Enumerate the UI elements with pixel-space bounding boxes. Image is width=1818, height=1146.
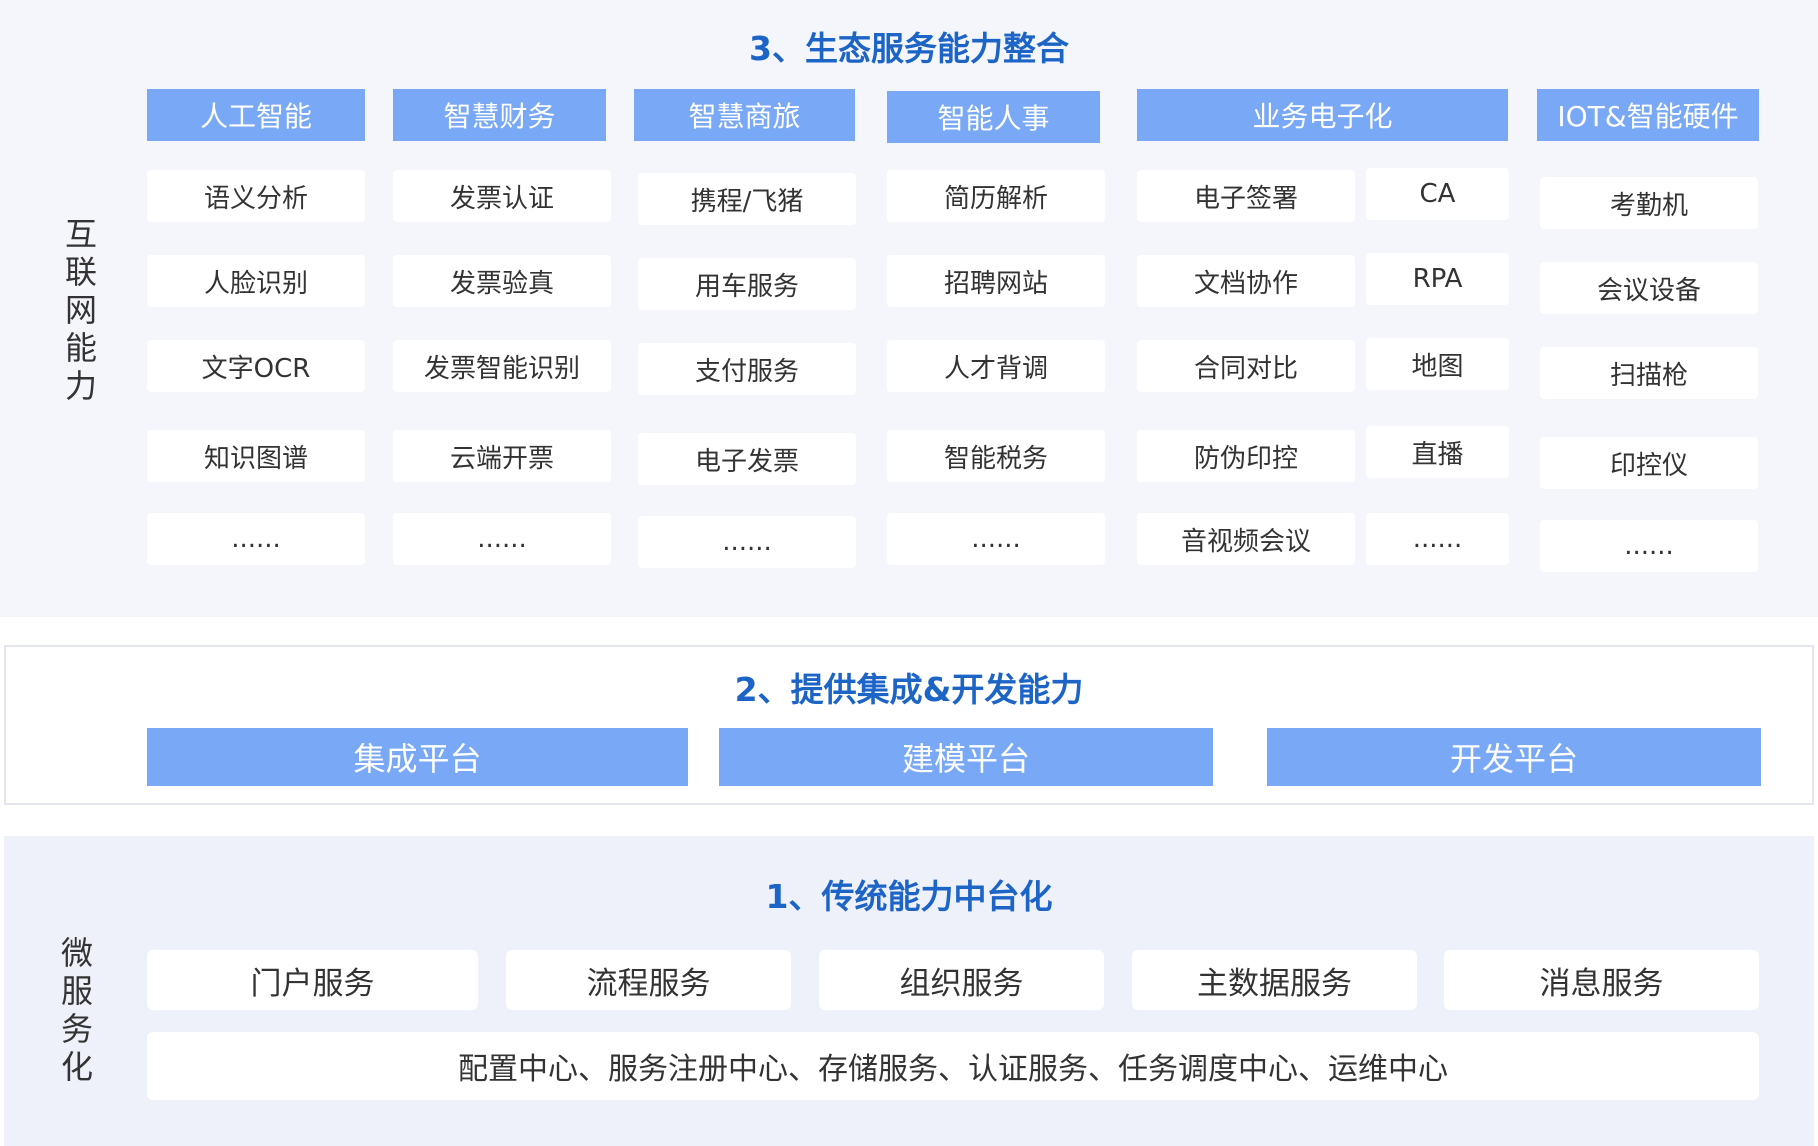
- category-header-digitization: 业务电子化: [1137, 89, 1508, 141]
- capability-item: ......: [393, 513, 611, 565]
- integration-title: 2、提供集成&开发能力: [734, 670, 1084, 709]
- internet-capability-label: 互 联 网 能 力: [56, 215, 106, 405]
- capability-item: 音视频会议: [1137, 513, 1355, 565]
- capability-item: 简历解析: [887, 170, 1105, 222]
- integration-section: 2、提供集成&开发能力 集成平台 建模平台 开发平台: [4, 645, 1814, 805]
- capability-item: 合同对比: [1137, 340, 1355, 392]
- side-label-char: 务: [60, 1010, 93, 1048]
- capability-item: ......: [1366, 513, 1509, 565]
- capability-item: 电子签署: [1137, 170, 1355, 222]
- service-portal: 门户服务: [147, 950, 478, 1010]
- traditional-title: 1、传统能力中台化: [765, 877, 1053, 916]
- development-platform: 开发平台: [1267, 728, 1761, 786]
- capability-item: 招聘网站: [887, 255, 1105, 307]
- ecosystem-title: 3、生态服务能力整合: [749, 29, 1069, 68]
- capability-item: 携程/飞猪: [638, 173, 856, 225]
- capability-item: 语义分析: [147, 170, 365, 222]
- category-header-hr: 智能人事: [887, 91, 1100, 143]
- capability-item: 地图: [1366, 338, 1509, 390]
- service-master-data: 主数据服务: [1132, 950, 1417, 1010]
- traditional-section: 1、传统能力中台化 微 服 务 化 门户服务 流程服务 组织服务 主数据服务 消…: [4, 836, 1814, 1146]
- ecosystem-section: 3、生态服务能力整合 互 联 网 能 力 人工智能 语义分析 人脸识别 文字OC…: [0, 0, 1818, 617]
- capability-item: 考勤机: [1540, 177, 1758, 229]
- capability-item: 印控仪: [1540, 437, 1758, 489]
- service-workflow: 流程服务: [506, 950, 791, 1010]
- capability-item: 文档协作: [1137, 255, 1355, 307]
- integration-platform: 集成平台: [147, 728, 688, 786]
- service-message: 消息服务: [1444, 950, 1759, 1010]
- capability-item: 支付服务: [638, 343, 856, 395]
- side-label-char: 联: [64, 253, 97, 291]
- capability-item: 文字OCR: [147, 340, 365, 392]
- category-header-ai: 人工智能: [147, 89, 365, 141]
- side-label-char: 服: [60, 972, 93, 1010]
- capability-item: 会议设备: [1540, 262, 1758, 314]
- capability-item: 智能税务: [887, 430, 1105, 482]
- capability-item: 人脸识别: [147, 255, 365, 307]
- capability-item: 知识图谱: [147, 430, 365, 482]
- capability-item: ......: [887, 513, 1105, 565]
- capability-item: 用车服务: [638, 258, 856, 310]
- capability-item: 发票认证: [393, 170, 611, 222]
- capability-item: ......: [1540, 520, 1758, 572]
- capability-item: ......: [147, 513, 365, 565]
- infrastructure-services: 配置中心、服务注册中心、存储服务、认证服务、任务调度中心、运维中心: [147, 1032, 1759, 1100]
- capability-item: RPA: [1366, 253, 1509, 305]
- side-label-char: 力: [64, 367, 97, 405]
- side-label-char: 能: [64, 329, 97, 367]
- microservice-label: 微 服 务 化: [52, 934, 102, 1086]
- category-header-finance: 智慧财务: [393, 89, 606, 141]
- side-label-char: 化: [60, 1048, 93, 1086]
- side-label-char: 网: [64, 291, 97, 329]
- capability-item: 扫描枪: [1540, 347, 1758, 399]
- side-label-char: 微: [60, 934, 93, 972]
- capability-item: 电子发票: [638, 433, 856, 485]
- capability-item: 发票智能识别: [393, 340, 611, 392]
- capability-item: 云端开票: [393, 430, 611, 482]
- category-header-travel: 智慧商旅: [634, 89, 855, 141]
- side-label-char: 互: [64, 215, 97, 253]
- service-organization: 组织服务: [819, 950, 1104, 1010]
- capability-item: 防伪印控: [1137, 430, 1355, 482]
- category-header-iot: IOT&智能硬件: [1537, 89, 1759, 141]
- capability-item: 直播: [1366, 426, 1509, 478]
- modeling-platform: 建模平台: [719, 728, 1213, 786]
- capability-item: CA: [1366, 168, 1509, 220]
- capability-item: ......: [638, 516, 856, 568]
- capability-item: 发票验真: [393, 255, 611, 307]
- capability-item: 人才背调: [887, 340, 1105, 392]
